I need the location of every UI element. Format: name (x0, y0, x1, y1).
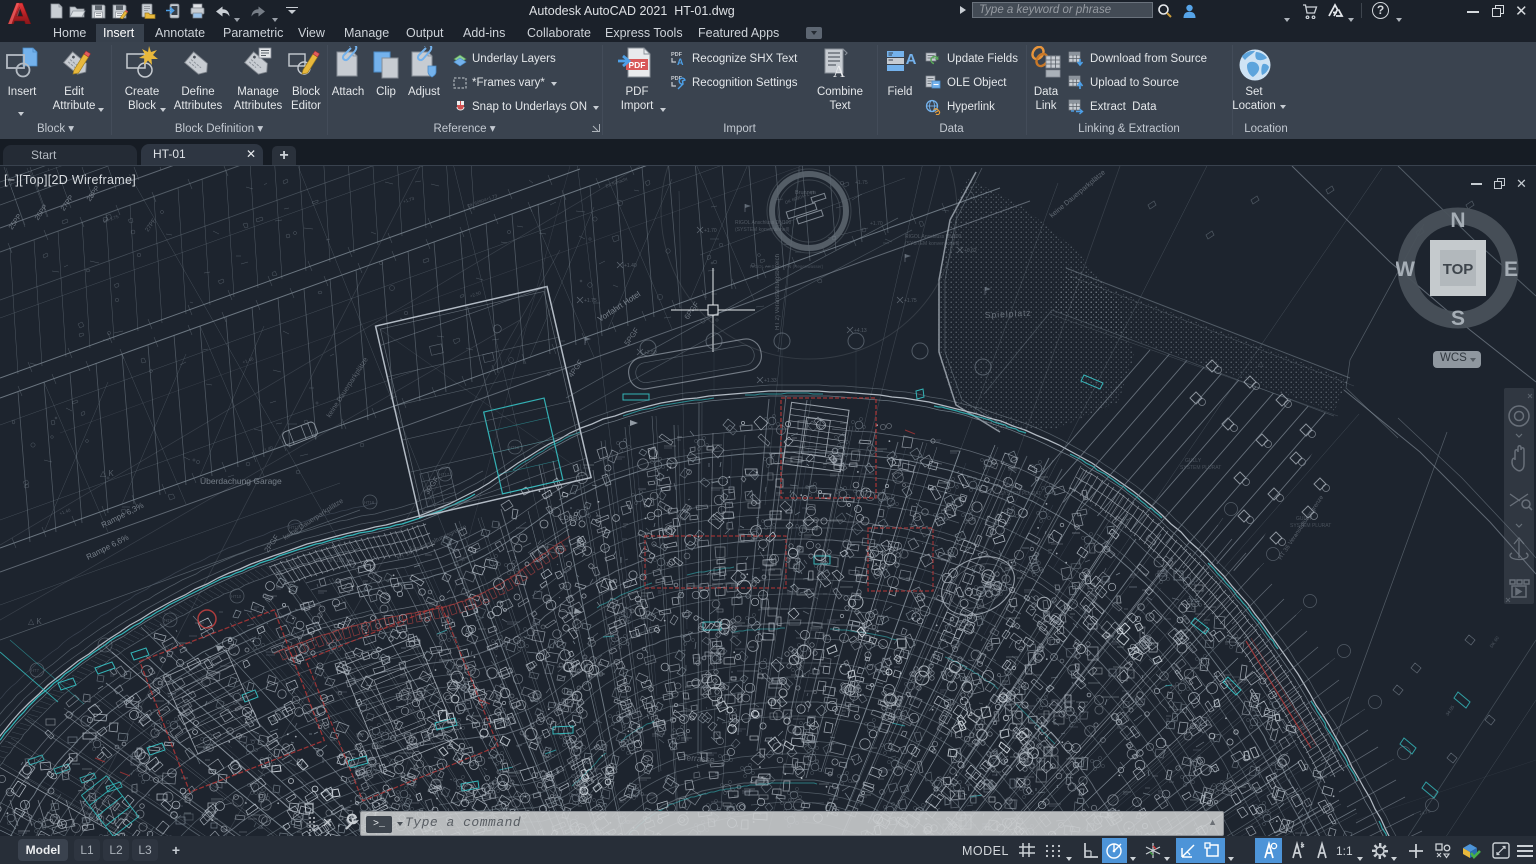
svg-text:DK 60904+1.73: DK 60904+1.73 (467, 193, 499, 209)
svg-text:A: A (906, 51, 917, 68)
svg-text:HT9: HT9 (164, 618, 173, 623)
svg-text:LOBBY: LOBBY (560, 515, 582, 522)
svg-text:4PGF: 4PGF (566, 358, 585, 380)
svg-text:+1.40: +1.40 (624, 263, 637, 269)
svg-text:HT15: HT15 (289, 525, 300, 530)
svg-text:TOP: TOP (1443, 261, 1474, 278)
svg-text:HT10: HT10 (231, 594, 242, 599)
svg-text:28PP: 28PP (86, 185, 102, 203)
svg-text:RIGOL An.01 CA PN (Regenwasser: RIGOL An.01 CA PN (Regenwasser) (750, 264, 824, 269)
svg-text:+1.75: +1.75 (584, 298, 597, 304)
svg-text:27PP: 27PP (60, 194, 76, 212)
svg-text:HT8: HT8 (99, 643, 108, 648)
svg-text:HT18: HT18 (509, 445, 520, 450)
svg-text:Gel. Str+150 cm: Gel. Str+150 cm (316, 558, 352, 564)
svg-text:(SYSTEM konventionell): (SYSTEM konventionell) (735, 227, 790, 233)
svg-text:Vorfahrt Hotel: Vorfahrt Hotel (596, 289, 642, 323)
svg-text:RIGOL Anschluss DN100: RIGOL Anschluss DN100 (735, 220, 791, 226)
svg-text:PDF: PDF (629, 60, 646, 70)
svg-text:W: W (1396, 258, 1415, 281)
svg-text:+4.75: +4.75 (1419, 808, 1432, 817)
svg-text:S: S (1451, 307, 1465, 330)
svg-text:A: A (833, 62, 846, 81)
svg-text:keine Dauerparkplätze: keine Dauerparkplätze (282, 498, 345, 542)
svg-text:+4.13: +4.13 (854, 328, 867, 334)
svg-text:keine Dauerparkplätze: keine Dauerparkplätze (326, 356, 370, 419)
svg-text:N: N (1450, 209, 1465, 232)
svg-text:+1.70: +1.70 (870, 221, 883, 227)
svg-text:GULLY: GULLY (1005, 484, 1022, 490)
svg-text:+1.33: +1.33 (764, 378, 777, 384)
svg-text:SYSTEM PLURAT: SYSTEM PLURAT (1180, 465, 1221, 471)
svg-text:DK 60: DK 60 (1489, 635, 1501, 649)
svg-text:+2.50: +2.50 (644, 350, 657, 356)
svg-text:A: A (677, 57, 684, 67)
svg-text:HT17: HT17 (439, 472, 450, 477)
svg-text:+0.62: +0.62 (964, 248, 977, 254)
svg-text:△: △ (1258, 361, 1264, 368)
svg-text:+1.75: +1.75 (904, 298, 917, 304)
svg-text:△ K: △ K (100, 469, 114, 478)
svg-text:34.05: 34.05 (1445, 704, 1456, 716)
svg-text:+1.70: +1.70 (704, 228, 717, 234)
svg-text:E: E (1504, 258, 1518, 281)
svg-text:+1.75: +1.75 (855, 180, 868, 186)
svg-text:Rampe 6,6%: Rampe 6,6% (85, 533, 130, 562)
svg-text:+2.50: +2.50 (469, 290, 482, 299)
svg-text:SYSTEM PLURAT: SYSTEM PLURAT (1290, 523, 1331, 529)
svg-text:Überdachung Garage: Überdachung Garage (200, 476, 282, 486)
svg-text:△ K: △ K (28, 617, 42, 626)
svg-text:2PGF: 2PGF (262, 533, 281, 555)
svg-text:HT16: HT16 (364, 500, 375, 505)
svg-text:Terrasse: Terrasse (682, 752, 716, 765)
svg-text:5PGF: 5PGF (622, 326, 641, 348)
svg-text:HT7: HT7 (31, 668, 40, 673)
svg-text:keine Dauerparkplätze: keine Dauerparkplätze (1049, 169, 1107, 219)
svg-text:HT 2) Veranstaltungsbereich: HT 2) Veranstaltungsbereich (775, 254, 781, 330)
svg-text:GULLY: GULLY (1185, 458, 1202, 464)
svg-text:26PP: 26PP (34, 203, 50, 221)
svg-text:BK 1.75: BK 1.75 (102, 214, 119, 224)
svg-text:SYSTEM PLURAT: SYSTEM PLURAT (1000, 491, 1041, 497)
svg-text:Rampe 6,3%: Rampe 6,3% (100, 501, 145, 530)
